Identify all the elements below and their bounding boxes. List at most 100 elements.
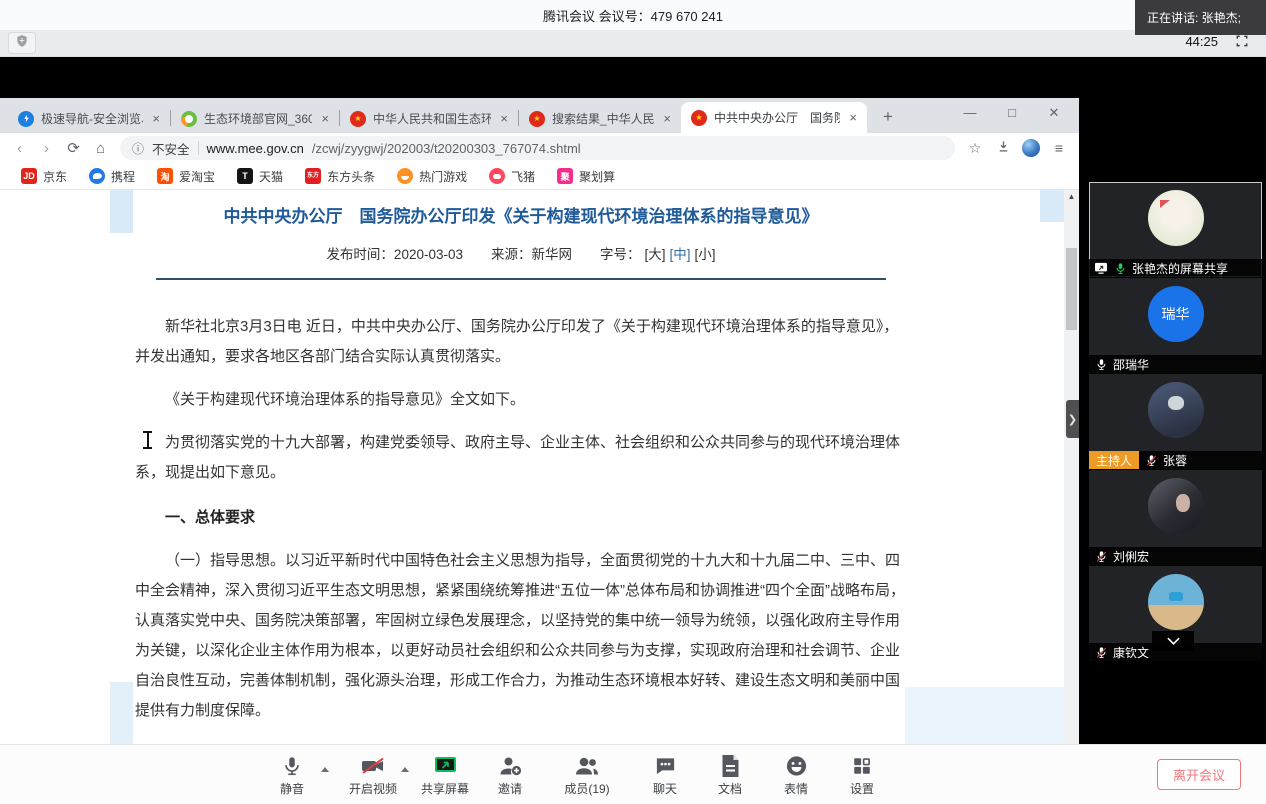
mic-on-icon	[1113, 261, 1127, 275]
sidebar-collapse-button[interactable]: ❯	[1066, 400, 1079, 438]
scrollbar-thumb[interactable]	[1066, 248, 1077, 330]
bookmark-aitaobao[interactable]: 淘 爱淘宝	[146, 168, 226, 185]
maximize-icon[interactable]: □	[991, 98, 1033, 128]
new-tab-button[interactable]: +	[875, 104, 901, 130]
close-icon[interactable]: ×	[661, 112, 673, 125]
meeting-timer: 44:25	[1185, 34, 1218, 49]
participant-tile[interactable]: 瑞华 邵瑞华	[1089, 278, 1262, 373]
font-size-large[interactable]: [大]	[645, 243, 666, 263]
browser-tab[interactable]: ★ 中华人民共和国生态环境部 ×	[340, 104, 518, 133]
profile-globe-icon[interactable]	[1022, 139, 1040, 157]
avatar	[1148, 478, 1204, 534]
emblem-favicon: ★	[691, 110, 707, 126]
meeting-sub-bar: 44:25	[0, 30, 1266, 57]
docs-button[interactable]: 文档	[695, 752, 765, 797]
shared-browser-window: 极速导航-安全浏览、极速 × 生态环境部官网_360搜索 × ★ 中华人民共和国…	[0, 98, 1079, 744]
article-title: 中共中央办公厅 国务院办公厅印发《关于构建现代环境治理体系的指导意见》	[135, 202, 907, 227]
close-icon[interactable]: ×	[498, 112, 510, 125]
camera-off-icon	[338, 752, 408, 779]
members-button[interactable]: 成员(19)	[552, 752, 622, 797]
participant-name: 康钦文	[1113, 644, 1149, 661]
scroll-up-icon[interactable]: ▲	[1064, 192, 1079, 201]
page-decoration	[110, 190, 133, 233]
home-icon[interactable]: ⌂	[87, 140, 114, 157]
invite-person-icon	[475, 752, 545, 779]
menu-icon[interactable]: ≡	[1045, 140, 1073, 156]
browser-tab[interactable]: 生态环境部官网_360搜索 ×	[171, 104, 339, 133]
bookmarks-bar: JD 京东 携程 淘 爱淘宝 T 天猫 东方 东方头条 热门游戏 飞猪 聚	[0, 163, 1079, 190]
bookmark-fliggy[interactable]: 飞猪	[478, 168, 546, 185]
protection-button[interactable]	[8, 32, 36, 54]
font-size-label: 字号：	[600, 243, 641, 263]
mic-muted-icon	[1094, 549, 1108, 563]
close-icon[interactable]: ×	[319, 112, 331, 125]
close-icon[interactable]: ×	[847, 111, 859, 124]
mute-button[interactable]: 静音	[257, 752, 327, 797]
browser-tab[interactable]: ★ 搜索结果_中华人民共和国 ×	[519, 104, 681, 133]
article-paragraph: 新华社北京3月3日电 近日，中共中央办公厅、国务院办公厅印发了《关于构建现代环境…	[135, 312, 907, 372]
speaking-toast-text: 正在讲话: 张艳杰;	[1147, 9, 1241, 26]
shield-icon	[15, 34, 29, 53]
back-icon[interactable]: ‹	[6, 140, 33, 157]
close-icon[interactable]: ✕	[1033, 98, 1075, 128]
info-icon[interactable]: ⓘ	[132, 140, 144, 157]
bookmark-jd[interactable]: JD 京东	[10, 168, 78, 185]
address-bar[interactable]: ⓘ 不安全 www.mee.gov.cn /zcwj/zyygwj/202003…	[120, 136, 955, 160]
star-icon[interactable]: ☆	[961, 140, 989, 157]
font-size-small[interactable]: [小]	[695, 243, 716, 263]
participant-name: 邵瑞华	[1113, 356, 1149, 373]
bookmark-ctrip[interactable]: 携程	[78, 168, 146, 185]
fullscreen-icon	[1235, 34, 1249, 53]
video-options-caret[interactable]	[401, 767, 409, 772]
emoji-button[interactable]: 表情	[761, 752, 831, 797]
article-paragraph: 《关于构建现代环境治理体系的指导意见》全文如下。	[135, 385, 907, 415]
bookmark-dongfang[interactable]: 东方 东方头条	[294, 168, 386, 185]
avatar	[1148, 190, 1204, 246]
forward-icon[interactable]: ›	[33, 140, 60, 157]
fullscreen-button[interactable]	[1232, 33, 1252, 53]
search360-favicon	[181, 111, 197, 127]
minimize-icon[interactable]: —	[949, 98, 991, 128]
font-size-medium[interactable]: [中]	[670, 243, 691, 263]
reload-icon[interactable]: ⟳	[60, 139, 87, 157]
meeting-toolbar: 静音 开启视频 共享屏幕 邀请 成员(19) 聊天	[0, 744, 1266, 804]
participant-name: 刘俐宏	[1113, 548, 1149, 565]
browser-tab-strip: 极速导航-安全浏览、极速 × 生态环境部官网_360搜索 × ★ 中华人民共和国…	[0, 98, 1079, 133]
mic-options-caret[interactable]	[321, 767, 329, 772]
share-screen-button[interactable]: 共享屏幕	[410, 752, 480, 797]
participant-tile-host[interactable]: 主持人 张蓉	[1089, 374, 1262, 469]
tab-label: 中华人民共和国生态环境部	[373, 110, 491, 127]
article-paragraph: 为贯彻落实党的十九大部署，构建党委领导、政府主导、企业主体、社会组织和公众共同参…	[135, 428, 907, 488]
close-icon[interactable]: ×	[150, 112, 162, 125]
browser-nav-bar: ‹ › ⟳ ⌂ ⓘ 不安全 www.mee.gov.cn /zcwj/zyygw…	[0, 133, 1079, 163]
meeting-title: 腾讯会议 会议号：479 670 241	[543, 6, 723, 25]
chat-button[interactable]: 聊天	[630, 752, 700, 797]
hot-games-favicon	[397, 168, 413, 184]
participant-tile[interactable]: 刘俐宏	[1089, 470, 1262, 565]
background-window-edge	[0, 686, 9, 700]
collapse-videos-button[interactable]	[1152, 631, 1194, 651]
leave-meeting-button[interactable]: 离开会议	[1157, 759, 1241, 790]
browser-tab-active[interactable]: ★ 中共中央办公厅 国务院办 ×	[681, 102, 867, 133]
bookmark-tmall[interactable]: T 天猫	[226, 168, 294, 185]
page-decoration	[110, 682, 133, 744]
start-video-button[interactable]: 开启视频	[338, 752, 408, 797]
download-icon[interactable]	[989, 139, 1017, 157]
mic-muted-icon	[1144, 453, 1158, 467]
bookmark-games[interactable]: 热门游戏	[386, 168, 478, 185]
security-label: 不安全	[152, 139, 190, 158]
page-scrollbar[interactable]: ▲	[1064, 190, 1079, 744]
tab-label: 极速导航-安全浏览、极速	[41, 110, 143, 127]
browser-tab[interactable]: 极速导航-安全浏览、极速 ×	[8, 104, 170, 133]
article-heading: 一、总体要求	[135, 503, 907, 533]
page-decoration	[905, 687, 1064, 744]
font-size-controls: 字号： [大] [中] [小]	[600, 243, 716, 263]
participant-tile-sharing[interactable]: 张艳杰的屏幕共享	[1089, 182, 1262, 277]
host-badge: 主持人	[1089, 451, 1139, 469]
text-cursor	[143, 431, 152, 449]
settings-button[interactable]: 设置	[827, 752, 897, 797]
screen-share-icon	[1094, 261, 1108, 275]
bookmark-juhuasuan[interactable]: 聚 聚划算	[546, 168, 626, 185]
tab-label: 搜索结果_中华人民共和国	[552, 110, 654, 127]
invite-button[interactable]: 邀请	[475, 752, 545, 797]
